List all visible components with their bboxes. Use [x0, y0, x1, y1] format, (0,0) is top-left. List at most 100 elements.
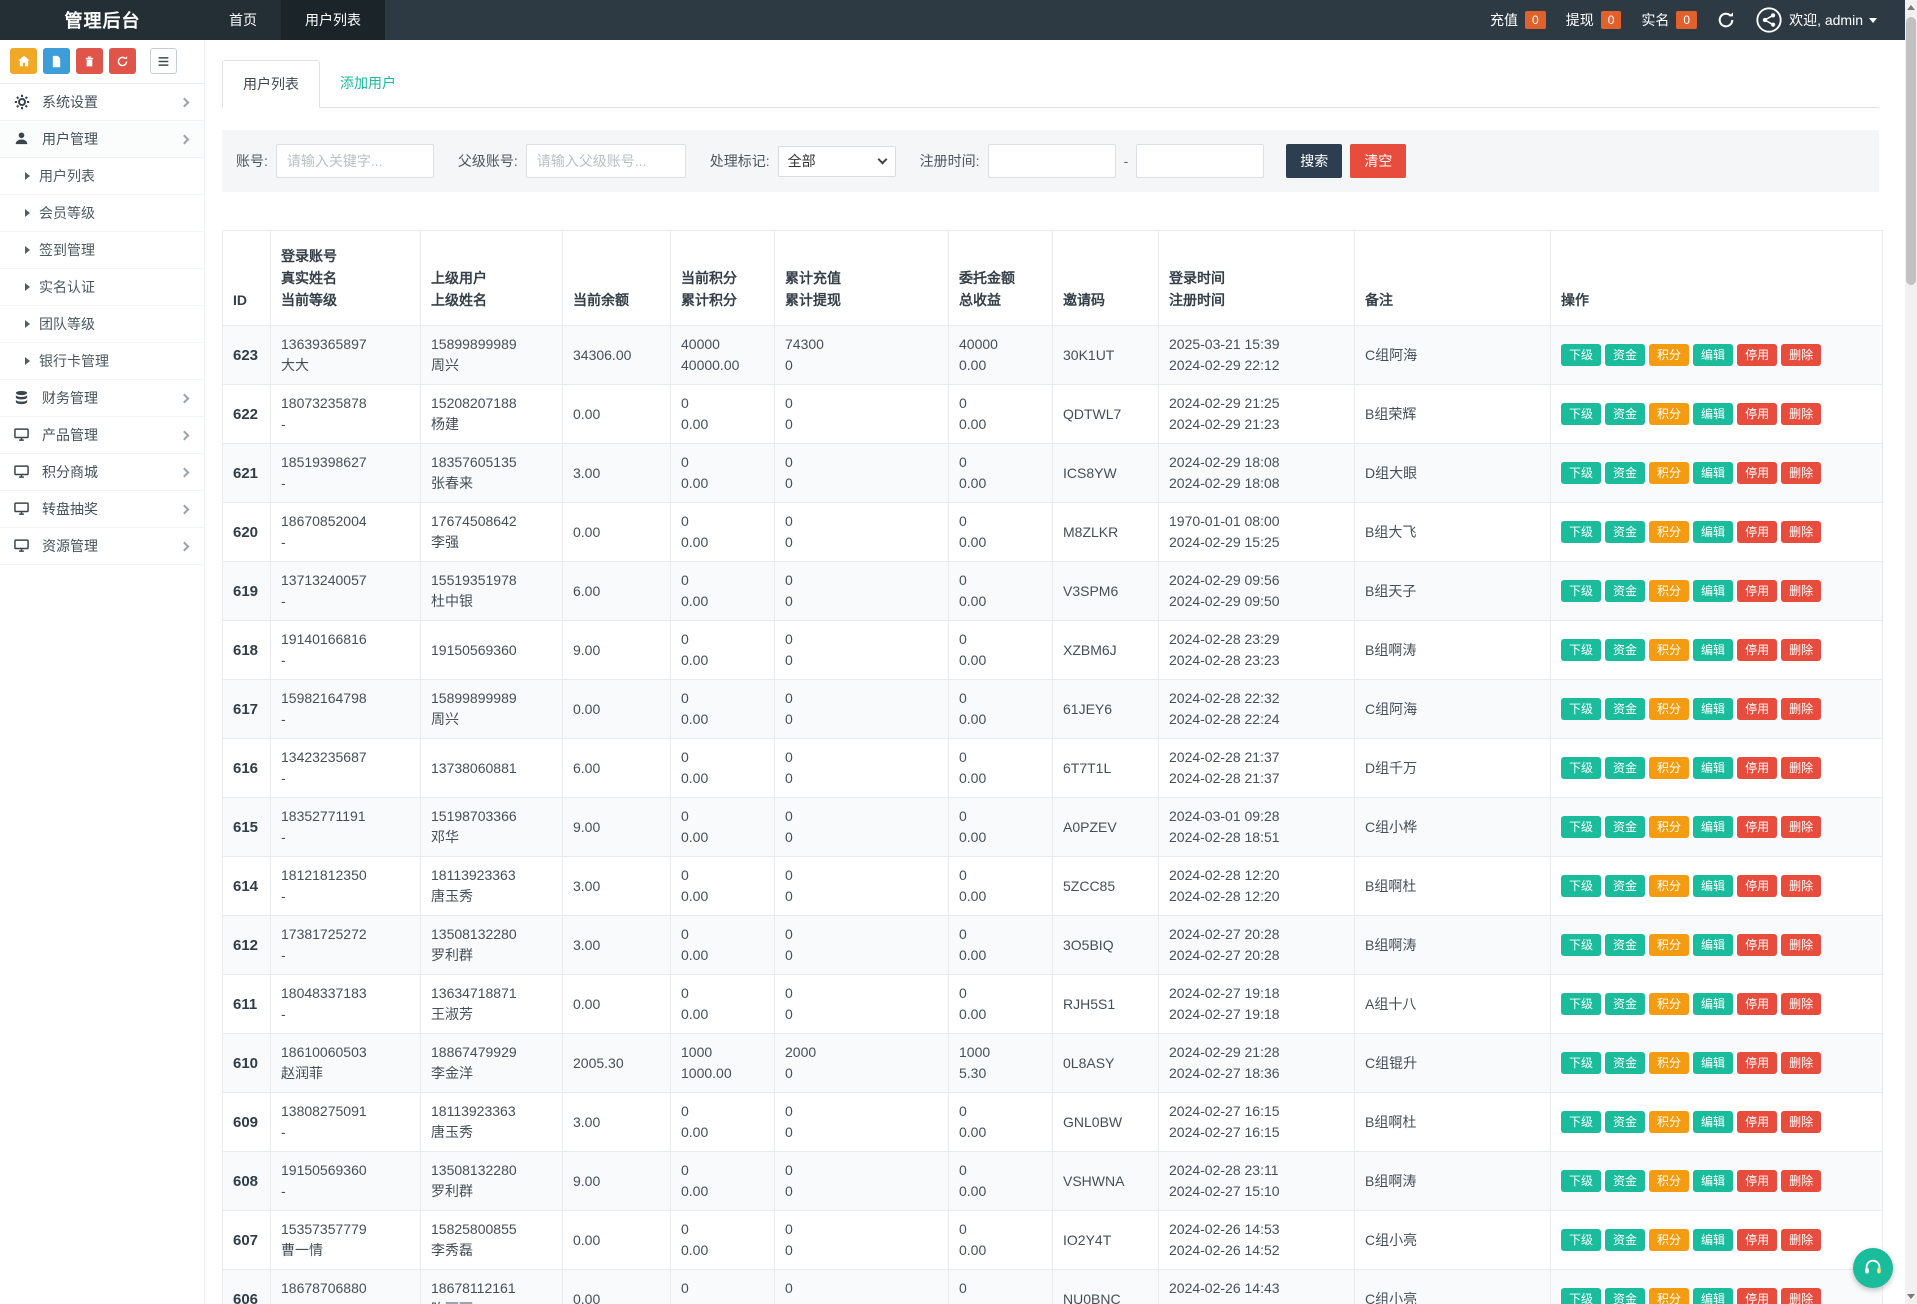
nav-tab-user-list[interactable]: 用户列表	[281, 0, 385, 40]
disable-button[interactable]: 停用	[1737, 875, 1778, 897]
edit-button[interactable]: 编辑	[1693, 698, 1734, 720]
delete-button[interactable]: 删除	[1781, 462, 1822, 484]
sub-users-button[interactable]: 下级	[1561, 521, 1602, 543]
quick-trash-button[interactable]	[76, 48, 103, 74]
edit-button[interactable]: 编辑	[1693, 993, 1734, 1015]
points-button[interactable]: 积分	[1649, 1052, 1690, 1074]
sub-users-button[interactable]: 下级	[1561, 1288, 1602, 1304]
disable-button[interactable]: 停用	[1737, 580, 1778, 602]
sub-users-button[interactable]: 下级	[1561, 1229, 1602, 1251]
delete-button[interactable]: 删除	[1781, 403, 1822, 425]
funds-button[interactable]: 资金	[1605, 462, 1646, 484]
sidebar-item-resource-management[interactable]: 资源管理	[0, 528, 204, 565]
clear-button[interactable]: 清空	[1350, 144, 1407, 178]
points-button[interactable]: 积分	[1649, 403, 1690, 425]
sidebar-subitem-team-level[interactable]: 团队等级	[0, 306, 204, 343]
sub-users-button[interactable]: 下级	[1561, 757, 1602, 779]
account-input[interactable]	[275, 144, 434, 178]
delete-button[interactable]: 删除	[1781, 1288, 1822, 1304]
stat-withdraw[interactable]: 提现 0	[1566, 10, 1622, 30]
scroll-down-arrow[interactable]	[1905, 1289, 1917, 1304]
funds-button[interactable]: 资金	[1605, 875, 1646, 897]
scroll-up-arrow[interactable]	[1905, 0, 1917, 15]
edit-button[interactable]: 编辑	[1693, 1052, 1734, 1074]
sub-users-button[interactable]: 下级	[1561, 1052, 1602, 1074]
flag-select[interactable]: 全部	[777, 145, 896, 177]
edit-button[interactable]: 编辑	[1693, 816, 1734, 838]
sidebar-item-finance-management[interactable]: 财务管理	[0, 380, 204, 417]
disable-button[interactable]: 停用	[1737, 1288, 1778, 1304]
funds-button[interactable]: 资金	[1605, 1052, 1646, 1074]
edit-button[interactable]: 编辑	[1693, 934, 1734, 956]
funds-button[interactable]: 资金	[1605, 816, 1646, 838]
quick-home-button[interactable]	[10, 48, 37, 74]
edit-button[interactable]: 编辑	[1693, 875, 1734, 897]
points-button[interactable]: 积分	[1649, 993, 1690, 1015]
sidebar-item-points-mall[interactable]: 积分商城	[0, 454, 204, 491]
disable-button[interactable]: 停用	[1737, 816, 1778, 838]
delete-button[interactable]: 删除	[1781, 816, 1822, 838]
funds-button[interactable]: 资金	[1605, 403, 1646, 425]
scrollbar-thumb[interactable]	[1906, 17, 1916, 285]
points-button[interactable]: 积分	[1649, 757, 1690, 779]
delete-button[interactable]: 删除	[1781, 1229, 1822, 1251]
user-menu[interactable]: 欢迎, admin	[1755, 6, 1877, 34]
sub-users-button[interactable]: 下级	[1561, 816, 1602, 838]
disable-button[interactable]: 停用	[1737, 993, 1778, 1015]
delete-button[interactable]: 删除	[1781, 1170, 1822, 1192]
customer-service-float-button[interactable]	[1853, 1248, 1893, 1288]
disable-button[interactable]: 停用	[1737, 934, 1778, 956]
disable-button[interactable]: 停用	[1737, 462, 1778, 484]
funds-button[interactable]: 资金	[1605, 344, 1646, 366]
sub-users-button[interactable]: 下级	[1561, 1111, 1602, 1133]
disable-button[interactable]: 停用	[1737, 757, 1778, 779]
delete-button[interactable]: 删除	[1781, 757, 1822, 779]
edit-button[interactable]: 编辑	[1693, 521, 1734, 543]
delete-button[interactable]: 删除	[1781, 934, 1822, 956]
sidebar-item-wheel-lottery[interactable]: 转盘抽奖	[0, 491, 204, 528]
sidebar-subitem-realname-auth[interactable]: 实名认证	[0, 269, 204, 306]
sub-users-button[interactable]: 下级	[1561, 698, 1602, 720]
edit-button[interactable]: 编辑	[1693, 639, 1734, 661]
funds-button[interactable]: 资金	[1605, 639, 1646, 661]
delete-button[interactable]: 删除	[1781, 698, 1822, 720]
funds-button[interactable]: 资金	[1605, 993, 1646, 1015]
sub-users-button[interactable]: 下级	[1561, 993, 1602, 1015]
points-button[interactable]: 积分	[1649, 698, 1690, 720]
quick-recycle-button[interactable]	[109, 48, 136, 74]
sub-users-button[interactable]: 下级	[1561, 875, 1602, 897]
delete-button[interactable]: 删除	[1781, 1111, 1822, 1133]
sub-users-button[interactable]: 下级	[1561, 403, 1602, 425]
edit-button[interactable]: 编辑	[1693, 1288, 1734, 1304]
sub-users-button[interactable]: 下级	[1561, 580, 1602, 602]
sidebar-item-user-management[interactable]: 用户管理	[0, 121, 204, 158]
edit-button[interactable]: 编辑	[1693, 1111, 1734, 1133]
disable-button[interactable]: 停用	[1737, 639, 1778, 661]
points-button[interactable]: 积分	[1649, 1170, 1690, 1192]
funds-button[interactable]: 资金	[1605, 580, 1646, 602]
edit-button[interactable]: 编辑	[1693, 403, 1734, 425]
disable-button[interactable]: 停用	[1737, 344, 1778, 366]
funds-button[interactable]: 资金	[1605, 1111, 1646, 1133]
sidebar-subitem-member-level[interactable]: 会员等级	[0, 195, 204, 232]
points-button[interactable]: 积分	[1649, 521, 1690, 543]
points-button[interactable]: 积分	[1649, 875, 1690, 897]
points-button[interactable]: 积分	[1649, 462, 1690, 484]
disable-button[interactable]: 停用	[1737, 1170, 1778, 1192]
funds-button[interactable]: 资金	[1605, 1229, 1646, 1251]
points-button[interactable]: 积分	[1649, 816, 1690, 838]
points-button[interactable]: 积分	[1649, 344, 1690, 366]
edit-button[interactable]: 编辑	[1693, 757, 1734, 779]
vertical-scrollbar[interactable]	[1905, 0, 1917, 1304]
delete-button[interactable]: 删除	[1781, 521, 1822, 543]
nav-tab-home[interactable]: 首页	[205, 0, 281, 40]
funds-button[interactable]: 资金	[1605, 1170, 1646, 1192]
edit-button[interactable]: 编辑	[1693, 344, 1734, 366]
funds-button[interactable]: 资金	[1605, 934, 1646, 956]
edit-button[interactable]: 编辑	[1693, 580, 1734, 602]
sidebar-subitem-user-list[interactable]: 用户列表	[0, 158, 204, 195]
tab-user-list[interactable]: 用户列表	[222, 60, 320, 108]
points-button[interactable]: 积分	[1649, 580, 1690, 602]
delete-button[interactable]: 删除	[1781, 1052, 1822, 1074]
disable-button[interactable]: 停用	[1737, 1052, 1778, 1074]
